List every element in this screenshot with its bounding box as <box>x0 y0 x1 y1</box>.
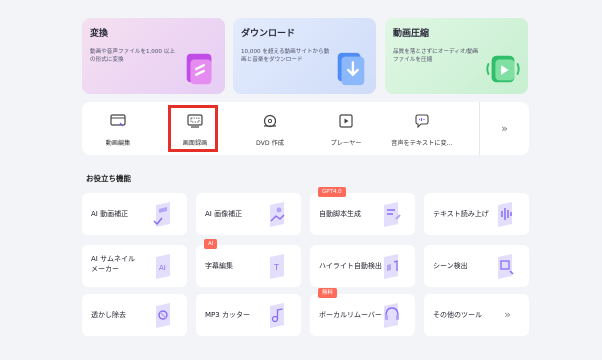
tool-player[interactable]: プレーヤー <box>311 102 381 155</box>
thumbnail-icon: AI <box>156 254 170 279</box>
card-label: シーン検出 <box>433 262 468 270</box>
card-scene-detect[interactable]: シーン検出 <box>424 245 529 287</box>
card-text-to-speech[interactable]: テキスト読み上げ <box>424 193 529 235</box>
watermark-remove-icon <box>156 303 170 328</box>
card-label: 自動脚本生成 <box>319 210 361 218</box>
card-highlight-detect[interactable]: ハイライト自動検出 <box>310 245 415 287</box>
download-icon <box>337 52 365 86</box>
card-other-tools[interactable]: その他のツール » <box>424 294 529 336</box>
card-label: MP3 カッター <box>205 311 250 319</box>
svg-text:T: T <box>273 263 279 272</box>
hero-card-download[interactable]: ダウンロード 10,000 を超える動画サイトから動画と音楽をダウンロード <box>233 18 376 94</box>
mp3-cutter-icon <box>270 303 284 328</box>
subtitle-icon: T <box>270 254 284 279</box>
text-to-speech-icon <box>498 202 512 227</box>
video-edit-icon <box>110 114 126 127</box>
tool-video-edit[interactable]: 動画編集 <box>83 102 153 155</box>
card-watermark-remove[interactable]: 透かし除去 <box>82 294 187 336</box>
script-icon <box>384 202 401 227</box>
vocal-remover-icon <box>384 303 399 328</box>
card-label: 字幕編集 <box>205 262 233 270</box>
hero-title: 変換 <box>90 29 109 39</box>
highlight-detect-icon <box>384 254 398 279</box>
tool-label: DVD 作成 <box>256 140 284 147</box>
card-ai-video-enhance[interactable]: AI 動画補正 <box>82 193 187 235</box>
card-label: テキスト読み上げ <box>433 210 489 218</box>
hero-title: 動画圧縮 <box>393 29 430 39</box>
svg-text:AI: AI <box>159 264 166 272</box>
card-tag: 無料 <box>318 288 338 298</box>
tool-dvd[interactable]: DVD 作成 <box>235 102 305 155</box>
card-ai-image-enhance[interactable]: AI 画像補正 <box>196 193 301 235</box>
hero-desc: 10,000 を超える動画サイトから動画と音楽をダウンロード <box>241 49 330 63</box>
card-label: その他のツール <box>433 311 482 319</box>
compress-icon <box>486 55 520 83</box>
hero-card-compress[interactable]: 動画圧縮 品質を落とさずにオーディオ/動画ファイルを圧縮 <box>385 18 528 94</box>
card-ai-thumbnail[interactable]: AI サムネイル メーカー AI <box>82 245 187 287</box>
hero-desc: 動画や音声ファイルを1,000 以上の形式に変換 <box>90 49 175 63</box>
player-icon <box>339 114 353 128</box>
speech-to-text-icon <box>415 114 429 128</box>
card-label: 透かし除去 <box>91 311 126 319</box>
hero-desc: 品質を落とさずにオーディオ/動画ファイルを圧縮 <box>393 49 479 63</box>
card-label: AI 画像補正 <box>205 210 243 218</box>
section-title: お役立ち機能 <box>86 174 131 183</box>
screen-record-highlight <box>168 105 218 152</box>
card-label: ハイライト自動検出 <box>319 262 382 270</box>
tool-speech-to-text[interactable]: 音声をテキストに変… <box>387 102 457 155</box>
hero-title: ダウンロード <box>241 29 296 39</box>
tool-label: プレーヤー <box>330 140 362 147</box>
toolbar-more-button[interactable]: » <box>479 102 529 155</box>
tool-bar: 動画編集 画面録画 DVD 作成 プレーヤー 音声をテキストに変… » <box>82 102 529 155</box>
convert-icon <box>186 53 212 85</box>
card-vocal-remover[interactable]: 無料 ボーカルリムーバー <box>310 288 415 336</box>
card-tag: GPT4.0 <box>318 187 346 197</box>
image-enhance-icon <box>270 202 285 227</box>
hero-card-convert[interactable]: 変換 動画や音声ファイルを1,000 以上の形式に変換 <box>82 18 225 94</box>
video-enhance-icon <box>153 202 170 227</box>
card-auto-script[interactable]: GPT4.0 自動脚本生成 <box>310 187 415 235</box>
card-label-text: AI サムネイル メーカー <box>91 255 135 273</box>
tool-label: 音声をテキストに変… <box>391 140 453 147</box>
chevron-double-right-icon: » <box>504 308 511 321</box>
card-label: AI サムネイル メーカー <box>91 254 135 274</box>
card-subtitle-edit[interactable]: AI 字幕編集 T <box>196 239 301 287</box>
card-tag: AI <box>204 239 218 249</box>
card-label: AI 動画補正 <box>91 210 129 218</box>
tool-label: 動画編集 <box>105 140 131 147</box>
card-mp3-cutter[interactable]: MP3 カッター <box>196 294 301 336</box>
card-label: ボーカルリムーバー <box>319 311 382 319</box>
dvd-icon <box>263 114 277 128</box>
scene-detect-icon <box>498 254 514 279</box>
